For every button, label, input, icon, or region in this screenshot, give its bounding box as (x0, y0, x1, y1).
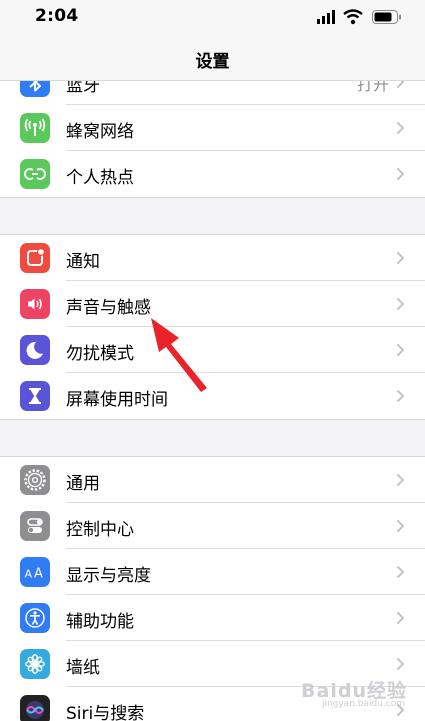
hotspot-icon (20, 159, 50, 189)
settings-row-bluetooth[interactable]: 蓝牙 打开 (0, 80, 425, 105)
chevron-right-icon (396, 121, 405, 135)
wifi-icon (343, 9, 363, 25)
chevron-right-icon (396, 519, 405, 533)
toggle-switches-icon (20, 511, 50, 541)
settings-row-value: 打开 (356, 80, 389, 94)
settings-group-notifications: 通知 声音与触感 勿扰模式 屏幕使用时间 (0, 234, 425, 420)
chevron-right-icon (396, 611, 405, 625)
settings-row-label: 声音与触感 (66, 298, 151, 318)
settings-row-label: 勿扰模式 (66, 344, 134, 364)
settings-row-label: 控制中心 (66, 520, 134, 540)
settings-row-sounds[interactable]: 声音与触感 (0, 281, 425, 327)
settings-row-hotspot[interactable]: 个人热点 (0, 151, 425, 197)
settings-row-label: 屏幕使用时间 (66, 390, 168, 410)
chevron-right-icon (396, 389, 405, 403)
chevron-right-icon (396, 565, 405, 579)
settings-row-label: 蜂窝网络 (66, 122, 134, 142)
notification-icon (20, 243, 50, 273)
settings-row-label: 通用 (66, 474, 100, 494)
siri-icon (20, 695, 50, 721)
watermark-url: jingyan.baidu.com (321, 699, 405, 709)
page-title: 设置 (195, 52, 230, 72)
chevron-right-icon (396, 297, 405, 311)
settings-row-notifications[interactable]: 通知 (0, 235, 425, 281)
group-spacer (0, 420, 425, 456)
settings-row-label: 显示与亮度 (66, 566, 151, 586)
hourglass-icon (20, 381, 50, 411)
settings-row-label: 个人热点 (66, 168, 134, 188)
cellular-signal-icon (317, 10, 335, 24)
status-icons (317, 9, 401, 25)
svg-text:A: A (34, 567, 43, 582)
settings-list[interactable]: 蓝牙 打开 蜂窝网络 个人热点 通知 声音与触感 勿扰模式 屏幕使用时间 通用 … (0, 80, 425, 721)
settings-row-label: 通知 (66, 252, 100, 272)
settings-row-display[interactable]: A A 显示与亮度 (0, 549, 425, 595)
bluetooth-icon (20, 80, 50, 97)
cellular-antenna-icon (20, 113, 50, 143)
group-spacer (0, 198, 425, 234)
settings-row-screen-time[interactable]: 屏幕使用时间 (0, 373, 425, 419)
chevron-right-icon (396, 473, 405, 487)
status-bar: 2:04 (0, 0, 425, 36)
settings-row-label: 辅助功能 (66, 612, 134, 632)
settings-row-label: 墙纸 (66, 658, 100, 678)
chevron-right-icon (396, 251, 405, 265)
wallpaper-flower-icon (20, 649, 50, 679)
chevron-right-icon (396, 80, 405, 89)
text-size-icon: A A (20, 557, 50, 587)
settings-row-do-not-disturb[interactable]: 勿扰模式 (0, 327, 425, 373)
status-time: 2:04 (35, 6, 79, 26)
settings-row-control-center[interactable]: 控制中心 (0, 503, 425, 549)
settings-row-cellular[interactable]: 蜂窝网络 (0, 105, 425, 151)
battery-icon (372, 10, 401, 24)
gear-icon (20, 465, 50, 495)
speaker-icon (20, 289, 50, 319)
settings-row-general[interactable]: 通用 (0, 457, 425, 503)
svg-text:A: A (25, 568, 33, 581)
chevron-right-icon (396, 657, 405, 671)
chevron-right-icon (396, 167, 405, 181)
settings-group-connectivity: 蓝牙 打开 蜂窝网络 个人热点 (0, 80, 425, 198)
moon-icon (20, 335, 50, 365)
settings-row-label: 蓝牙 (66, 80, 100, 96)
settings-row-accessibility[interactable]: 辅助功能 (0, 595, 425, 641)
accessibility-icon (20, 603, 50, 633)
settings-row-label: Siri与搜索 (66, 704, 145, 721)
chevron-right-icon (396, 343, 405, 357)
nav-bar: 设置 (0, 36, 425, 81)
